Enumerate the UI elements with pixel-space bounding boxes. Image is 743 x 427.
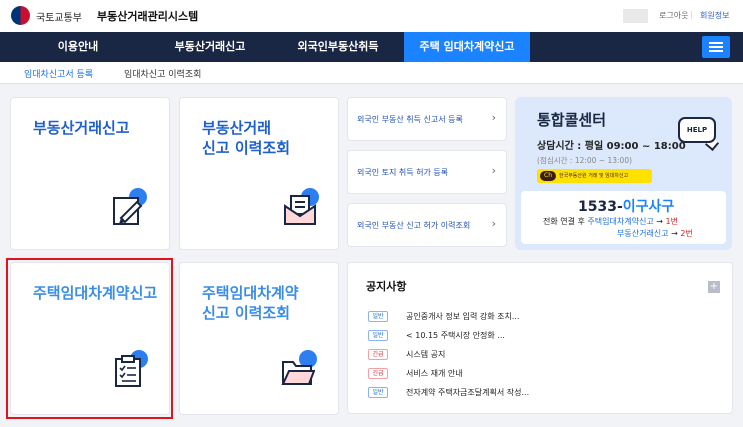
nav-real-estate-report[interactable]: 부동산거래신고 [150, 32, 270, 62]
connection-guide-2: 부동산거래신고 → 2번 [617, 229, 693, 238]
notice-tag: 일반 [368, 330, 388, 341]
member-info-link[interactable]: 회원정보 [700, 10, 729, 21]
link-foreign-acquisition-register[interactable]: 외국인 부동산 취득 신고서 등록 › [347, 97, 507, 141]
folder-icon [281, 350, 317, 388]
card-title: 부동산거래신고 [33, 119, 130, 137]
sub-navigation: 임대차신고서 등록 임대차신고 이력조회 [0, 62, 743, 84]
nav-housing-lease-report[interactable]: 주택 임대차계약신고 [404, 32, 530, 62]
help-speech-icon: HELP [678, 117, 716, 143]
chevron-right-icon: › [491, 164, 496, 177]
menu-icon[interactable] [702, 36, 730, 58]
card-title: 부동산거래 신고 이력조회 [202, 119, 291, 157]
kakao-channel-label: 한국부동산원 거래 및 임대차신고 [559, 173, 629, 179]
call-center-break: (점심시간 : 12:00 ~ 13:00) [537, 156, 633, 165]
call-center-title: 통합콜센터 [537, 111, 607, 129]
call-center-hours: 상담시간 : 평일 09:00 ~ 18:00 [537, 141, 686, 152]
ministry-name[interactable]: 국토교통부 [36, 9, 82, 24]
notice-text[interactable]: < 10.15 주택시장 안정화 ... [406, 330, 505, 341]
notice-tag: 일반 [368, 311, 388, 322]
chevron-right-icon: › [491, 111, 496, 124]
link-label: 외국인 토지 취득 허가 등록 [357, 168, 449, 177]
notice-text[interactable]: 시스템 공지 [406, 349, 445, 360]
link-label: 외국인 부동산 신고 허가 이력조회 [357, 221, 471, 230]
selection-highlight [6, 258, 173, 419]
call-center-panel: 통합콜센터 상담시간 : 평일 09:00 ~ 18:00 (점심시간 : 12… [515, 97, 732, 250]
notice-panel: 공지사항 + 일반 공인중개사 정보 입력 강화 조치... 일반 < 10.1… [347, 262, 733, 414]
card-housing-lease-history[interactable]: 주택임대차계약 신고 이력조회 [179, 262, 339, 415]
nav-foreigner-acquisition[interactable]: 외국인부동산취득 [278, 32, 398, 62]
call-number: 1533-이구사구 [578, 199, 675, 215]
government-logo-icon[interactable] [11, 6, 30, 25]
card-title: 주택임대차계약 신고 이력조회 [202, 284, 299, 322]
kakao-channel-button[interactable]: Ch 한국부동산원 거래 및 임대차신고 [537, 169, 652, 183]
subnav-lease-history[interactable]: 임대차신고 이력조회 [124, 67, 201, 80]
call-number-box: 1533-이구사구 전화 연결 후 주택임대차계약신고 → 1번 부동산거래신고… [521, 191, 726, 244]
notice-text[interactable]: 서비스 재개 안내 [406, 368, 463, 379]
card-real-estate-history[interactable]: 부동산거래 신고 이력조회 [179, 97, 339, 250]
notice-title: 공지사항 [366, 280, 407, 293]
system-name[interactable]: 부동산거래관리시스템 [97, 8, 198, 24]
card-real-estate-report[interactable]: 부동산거래신고 [10, 97, 170, 250]
nav-usage-guide[interactable]: 이용안내 [18, 32, 138, 62]
top-bar: 국토교통부 부동산거래관리시스템 로그아웃 | 회원정보 [0, 0, 743, 32]
logout-link[interactable]: 로그아웃 [659, 10, 688, 21]
main-navigation: 이용안내 부동산거래신고 외국인부동산취득 주택 임대차계약신고 [0, 32, 743, 62]
link-foreign-land-permit[interactable]: 외국인 토지 취득 허가 등록 › [347, 150, 507, 194]
link-foreign-permit-history[interactable]: 외국인 부동산 신고 허가 이력조회 › [347, 203, 507, 247]
user-name-box [623, 9, 648, 23]
notice-text[interactable]: 공인중개사 정보 입력 강화 조치... [406, 311, 519, 322]
pencil-paper-icon [111, 188, 147, 226]
notice-tag: 긴급 [368, 349, 388, 360]
envelope-icon [283, 188, 319, 226]
notice-tag: 일반 [368, 387, 388, 398]
notice-tag: 긴급 [368, 368, 388, 379]
chevron-right-icon: › [491, 217, 496, 230]
kakao-channel-icon: Ch [540, 171, 556, 181]
notice-text[interactable]: 전자계약 주택자금조달계획서 작성... [406, 387, 529, 398]
link-label: 외국인 부동산 취득 신고서 등록 [357, 115, 463, 124]
more-plus-icon[interactable]: + [708, 281, 720, 293]
subnav-lease-register[interactable]: 임대차신고서 등록 [24, 67, 93, 80]
connection-guide-1: 전화 연결 후 주택임대차계약신고 → 1번 [543, 217, 678, 226]
util-separator: | [690, 10, 693, 19]
